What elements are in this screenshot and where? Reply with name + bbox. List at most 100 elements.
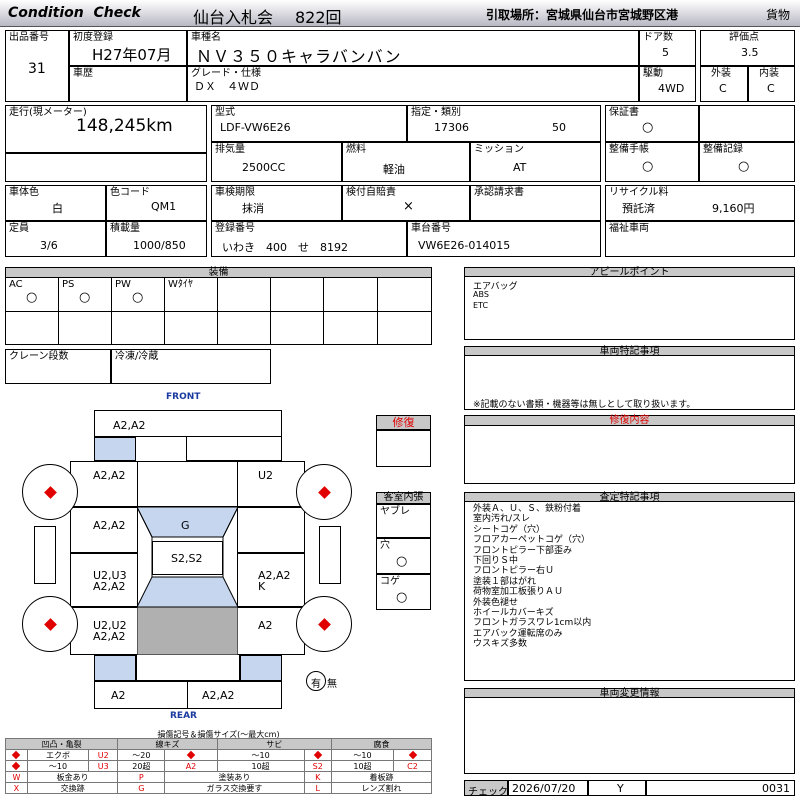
panel-right-front-door [237, 507, 305, 553]
panel-rear-left: A2 [94, 681, 188, 709]
note-line: 外装Ａ、Ｕ、Ｓ、鉄粉付着 [473, 504, 582, 514]
manual-value: ○ [642, 159, 654, 174]
spare-tire-yes: 有 [311, 679, 321, 690]
panel-front-bumper: A2,A2 [94, 410, 282, 437]
left-window-strip-rear [94, 655, 136, 681]
equipment-pw: PW ○ [111, 277, 165, 312]
freezer-label: 冷凍/冷蔵 [115, 351, 159, 362]
panel-left-front-fender: A2,A2 [70, 461, 138, 507]
exterior-cell: 外装 C [700, 66, 748, 102]
score-cell: 評価点 3.5 [700, 30, 795, 66]
mileage-empty-cell [5, 153, 207, 182]
chassis-number-value: VW6E26-014015 [418, 239, 511, 252]
wheel-front-left [22, 464, 78, 520]
fuel-label: 燃料 [346, 144, 366, 155]
recycle-label: リサイクル料 [609, 187, 669, 198]
cabin-burn-label: コゲ [380, 576, 400, 587]
panel-roof: S2,S2 [152, 541, 223, 575]
color-code-cell: 色コード QM1 [106, 185, 207, 221]
interior-value: C [767, 82, 775, 95]
cabin-burn-cell: コゲ ○ [376, 574, 431, 610]
header-bar: Condition Check 仙台入札会 822回 引取場所：宮城県仙台市宮城… [0, 0, 800, 27]
inspection-value: 抹消 [242, 202, 264, 215]
note-line: フロントガラスワレ1cm以内 [473, 618, 592, 629]
cabin-tear-label: ヤブレ [380, 506, 410, 517]
mileage-value: 148,245km [76, 116, 173, 136]
hood [137, 461, 238, 507]
spare-tire-no: 無 [327, 679, 337, 690]
repair-detail-box [464, 425, 795, 484]
note-line: 荷物室加工板張りＡＵ [473, 587, 564, 598]
load-value: 1000/850 [133, 239, 186, 252]
history-cell: 車歴 [69, 66, 187, 102]
drive-value: 4WD [658, 82, 685, 95]
fuel-cell: 燃料 軽油 [342, 142, 470, 182]
body-color-cell: 車体色 白 [5, 185, 106, 221]
note-line: フロントピラー右Ｕ [473, 566, 555, 577]
note-line: ホイールカバーキズ [473, 608, 554, 619]
freezer-cell: 冷凍/冷蔵 [111, 349, 271, 384]
diamond-icon [12, 750, 21, 759]
auction-name: 仙台入札会 [193, 8, 274, 27]
equipment-slot-8 [377, 277, 432, 312]
registration-number-cell: 登録番号 いわき 400 せ 8192 [211, 221, 407, 257]
equipment-slot-6 [270, 277, 324, 312]
rear-deck [137, 606, 238, 655]
cabin-burn-value: ○ [396, 590, 408, 605]
equipment-slot-16 [377, 311, 432, 345]
left-mirror [34, 526, 56, 584]
drive-label: 駆動 [643, 68, 663, 79]
model-name-label: 車種名 [191, 32, 221, 43]
equipment-slot-10 [58, 311, 112, 345]
lot-number-label: 出品番号 [9, 32, 49, 43]
capacity-label: 定員 [9, 223, 29, 234]
type-cell: 型式 LDF-VW6E26 [211, 105, 407, 142]
designation-label: 指定・類別 [411, 107, 461, 118]
recycle-value: 9,160円 [712, 202, 755, 215]
panel-right-rear-quarter: A2 [237, 607, 305, 655]
first-registration-cell: 初度登録 H27年07月 [69, 30, 187, 66]
note-line: 下回りＳ中 [473, 556, 519, 567]
panel-right-front-fender: U2 [237, 461, 305, 507]
pickup-location: 引取場所：宮城県仙台市宮城野区港 [486, 8, 679, 22]
appeal-line-3: ETC [473, 301, 489, 310]
cabin-hole-cell: 穴 ○ [376, 538, 431, 574]
history-label: 車歴 [73, 68, 93, 79]
mileage-cell: 走行(現メーター) 148,245km [5, 105, 207, 153]
manual-label: 整備手帳 [609, 144, 649, 155]
equipment-slot-13 [217, 311, 271, 345]
panel-left-rear-quarter: U2,U2 A2,A2 [70, 607, 138, 655]
inspection-notes-list: 外装Ａ、Ｕ、Ｓ、鉄粉付着 室内汚れ/スレ シートコゲ（穴） フロアカーペットコゲ… [473, 504, 591, 650]
equipment-slot-9 [5, 311, 59, 345]
panel-left-front-door: A2,A2 [70, 507, 138, 553]
mission-value: AT [513, 161, 527, 174]
note-line: 室内汚れ/スレ [473, 514, 531, 525]
warranty-empty-cell [699, 105, 795, 142]
model-name-value: ＮＶ３５０キャラバンバン [196, 47, 402, 66]
type-value: LDF-VW6E26 [220, 121, 291, 134]
warranty-label: 保証書 [609, 107, 639, 118]
transfer-label: 承認請求書 [474, 187, 524, 198]
recycle-status: 預託済 [622, 202, 655, 215]
check-mark: Y [617, 782, 624, 795]
cabin-hole-value: ○ [396, 554, 408, 569]
left-window-strip-front [94, 437, 136, 461]
exterior-label: 外装 [711, 68, 731, 79]
capacity-value: 3/6 [40, 239, 58, 252]
body-color-value: 白 [52, 202, 63, 215]
interior-cell: 内装 C [748, 66, 795, 102]
equipment-slot-14 [270, 311, 324, 345]
diamond-icon [313, 750, 322, 759]
crane-label: クレーン段数 [9, 351, 69, 362]
diamond-icon [186, 750, 196, 759]
doors-cell: ドア数 5 [639, 30, 696, 66]
rear-mid-frame [136, 655, 240, 681]
crane-cell: クレーン段数 [5, 349, 111, 384]
inspection-label: 車検期限 [215, 187, 255, 198]
appeal-box: エアバッグ ABS ETC [464, 276, 795, 340]
record-label: 整備記録 [703, 144, 743, 155]
front-label: FRONT [166, 392, 201, 402]
vehicle-diagram: A2,A2 A2,A2 U2 A2,A2 U2,U3 A2,A2 A2,A2 K… [0, 0, 352, 709]
legend-group-rust: サビ [216, 738, 332, 750]
equipment-ac: AC ○ [5, 277, 59, 312]
